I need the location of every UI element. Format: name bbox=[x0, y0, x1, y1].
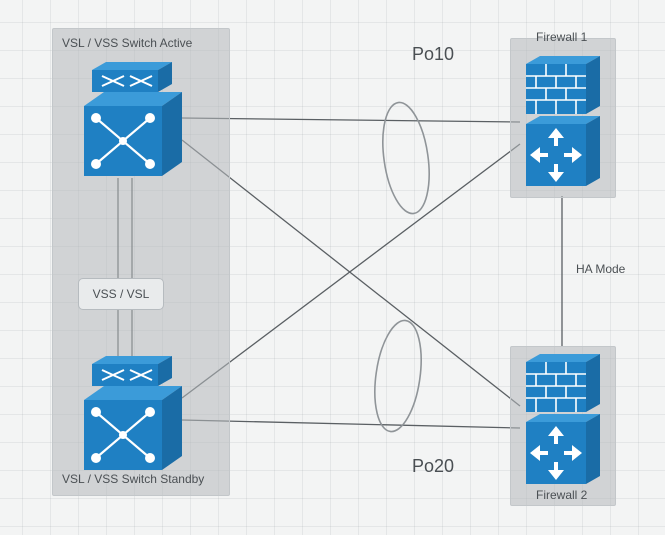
label-po10: Po10 bbox=[412, 44, 454, 65]
switch-body-icon bbox=[84, 386, 182, 470]
firewall-router-icon bbox=[526, 414, 600, 484]
label-ha-mode: HA Mode bbox=[576, 262, 625, 276]
label-vss-standby: VSL / VSS Switch Standby bbox=[62, 472, 204, 486]
label-vss-active: VSL / VSS Switch Active bbox=[62, 36, 192, 50]
label-vsl-text: VSS / VSL bbox=[93, 287, 150, 301]
switch-top-module-icon bbox=[92, 356, 172, 386]
firewall-bricks-icon bbox=[526, 354, 600, 412]
diagram-stage: VSL / VSS Switch Active VSL / VSS Switch… bbox=[0, 0, 665, 535]
label-po20: Po20 bbox=[412, 456, 454, 477]
switch-active-icon bbox=[74, 58, 186, 180]
firewall-bricks-icon bbox=[526, 56, 600, 114]
switch-standby-icon bbox=[74, 352, 186, 474]
label-vsl-box: VSS / VSL bbox=[78, 278, 164, 310]
label-fw1: Firewall 1 bbox=[536, 30, 587, 44]
label-fw2: Firewall 2 bbox=[536, 488, 587, 502]
switch-top-module-icon bbox=[92, 62, 172, 92]
firewall-1-icon bbox=[520, 54, 606, 190]
firewall-2-icon bbox=[520, 352, 606, 488]
switch-body-icon bbox=[84, 92, 182, 176]
firewall-router-icon bbox=[526, 116, 600, 186]
